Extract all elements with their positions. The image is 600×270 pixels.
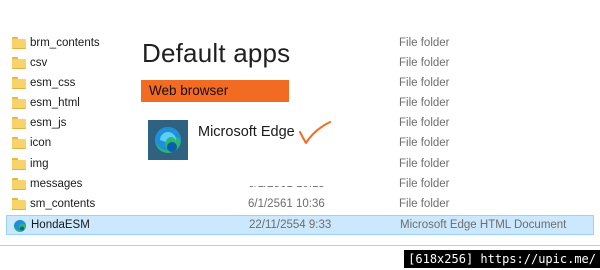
file-row[interactable]: HondaESM 22/11/2554 9:33 Microsoft Edge HT… [6,215,594,235]
file-name: img [30,158,49,170]
folder-icon [12,178,26,190]
file-type: File folder [399,97,450,109]
file-name: esm_css [30,77,76,89]
file-type: File folder [399,117,450,129]
file-name: esm_js [30,117,67,129]
file-row[interactable]: sm_contents 6/1/2561 10:36 File folder [6,195,594,215]
watermark-bar: [618x256] https://upic.me/ [0,245,600,270]
page-title: Default apps [142,38,291,68]
folder-icon [12,57,26,69]
default-apps-panel: Default apps Web browser Microsoft Edge [136,36,382,186]
file-type: File folder [399,137,450,149]
web-browser-label: Web browser [141,80,289,102]
folder-icon [12,137,26,149]
folder-icon [12,117,26,129]
file-date: 6/1/2561 10:36 [248,198,325,210]
file-name: brm_contents [30,37,100,49]
file-type: Microsoft Edge HTML Document [400,219,567,231]
folder-icon [12,198,26,210]
folder-icon [12,158,26,170]
file-type: File folder [399,37,450,49]
folder-icon [12,77,26,89]
file-name: icon [30,137,52,149]
file-type: File folder [399,198,450,210]
default-browser-name[interactable]: Microsoft Edge [198,124,295,140]
folder-icon [12,37,26,49]
file-type: File folder [399,158,450,170]
file-name: esm_html [30,97,80,109]
edge-icon [13,219,27,233]
file-name: messages [30,178,83,190]
file-type: File folder [399,77,450,89]
file-type: File folder [399,57,450,69]
file-type: File folder [399,178,450,190]
microsoft-edge-icon[interactable] [148,120,188,160]
file-name: sm_contents [30,198,96,210]
file-date: 22/11/2554 9:33 [249,219,332,231]
watermark-text: [618x256] https://upic.me/ [404,250,600,268]
check-mark-icon [299,121,331,144]
file-name: csv [30,57,48,69]
file-name: HondaESM [31,219,90,231]
folder-icon [12,97,26,109]
